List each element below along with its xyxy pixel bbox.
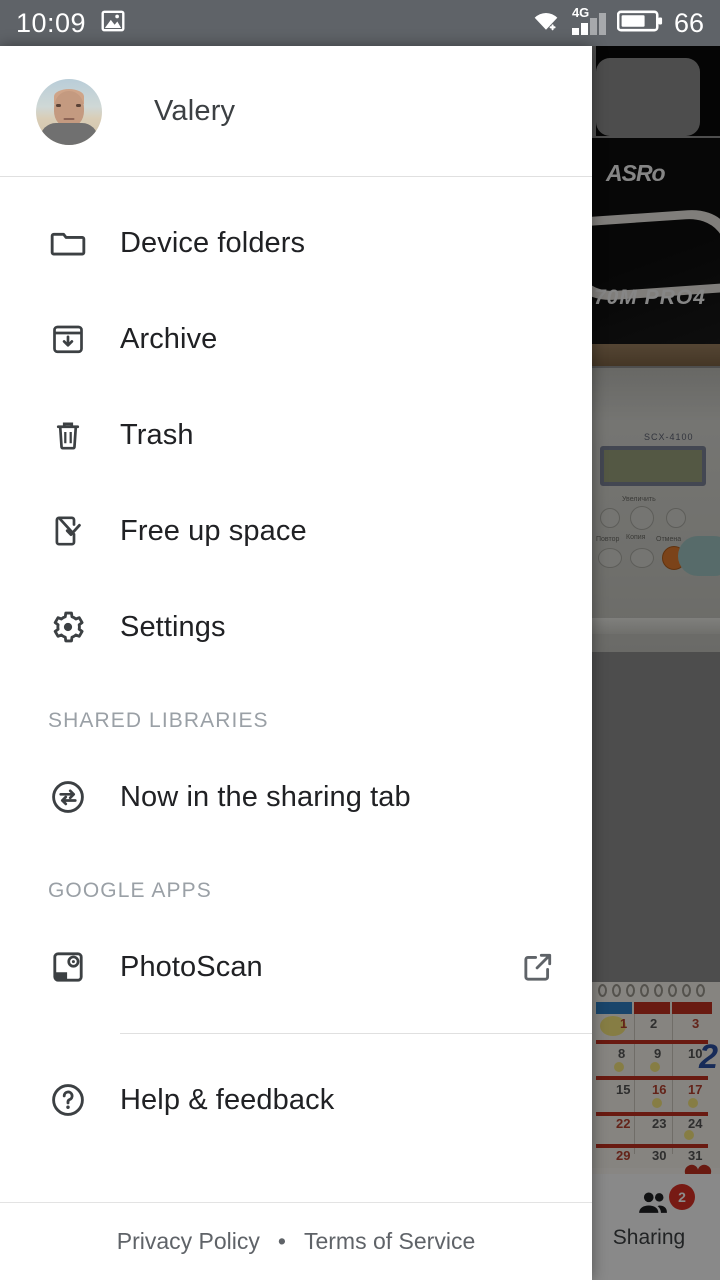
help-section-divider [120,1033,592,1034]
menu-item-help-feedback[interactable]: Help & feedback [0,1052,592,1148]
photoscan-icon [48,947,88,987]
free-space-icon [48,511,88,551]
network-type-label: 4G [571,5,590,20]
battery-percentage: 66 [673,7,704,38]
menu-item-now-in-sharing-tab-label: Now in the sharing tab [120,780,411,813]
navigation-drawer: Valery Device folders Archive Trash Free… [0,46,592,1280]
section-header-google-apps-label: GOOGLE APPS [48,879,212,902]
help-circle-icon [48,1080,88,1120]
section-header-shared-libraries: SHARED LIBRARIES [0,675,592,749]
menu-item-trash-label: Trash [120,418,194,451]
signal-bars-icon: 4G [571,5,606,38]
sharing-swap-icon [48,777,88,817]
section-header-shared-libraries-label: SHARED LIBRARIES [48,709,269,732]
wifi-icon [531,8,561,39]
account-header[interactable]: Valery [0,46,592,177]
menu-item-archive[interactable]: Archive [0,291,592,387]
drawer-menu-list: Device folders Archive Trash Free up spa… [0,177,592,1202]
gear-icon [48,607,88,647]
trash-icon [48,415,88,455]
folder-icon [48,223,88,263]
menu-item-settings[interactable]: Settings [0,579,592,675]
menu-item-now-in-sharing-tab[interactable]: Now in the sharing tab [0,749,592,845]
section-header-google-apps: GOOGLE APPS [0,845,592,919]
menu-item-free-up-space-label: Free up space [120,514,307,547]
open-external-icon[interactable] [520,949,556,985]
avatar[interactable] [36,78,102,145]
terms-of-service-link[interactable]: Terms of Service [304,1228,475,1255]
status-bar-clock: 10:09 [16,7,87,38]
archive-icon [48,319,88,359]
menu-item-device-folders-label: Device folders [120,226,306,259]
menu-item-trash[interactable]: Trash [0,387,592,483]
footer-separator: • [277,1228,286,1254]
menu-item-archive-label: Archive [120,322,218,355]
menu-item-free-up-space[interactable]: Free up space [0,483,592,579]
menu-item-help-feedback-label: Help & feedback [120,1083,335,1116]
battery-icon [616,9,663,38]
account-name: Valery [154,95,236,127]
status-bar: 10:09 4G 66 [0,0,720,46]
menu-item-device-folders[interactable]: Device folders [0,195,592,291]
menu-item-photoscan[interactable]: PhotoScan [0,919,592,1015]
menu-item-settings-label: Settings [120,610,226,643]
menu-item-photoscan-label: PhotoScan [120,950,263,983]
drawer-footer: Privacy Policy • Terms of Service [0,1202,592,1280]
image-icon [100,8,126,39]
privacy-policy-link[interactable]: Privacy Policy [117,1228,260,1255]
